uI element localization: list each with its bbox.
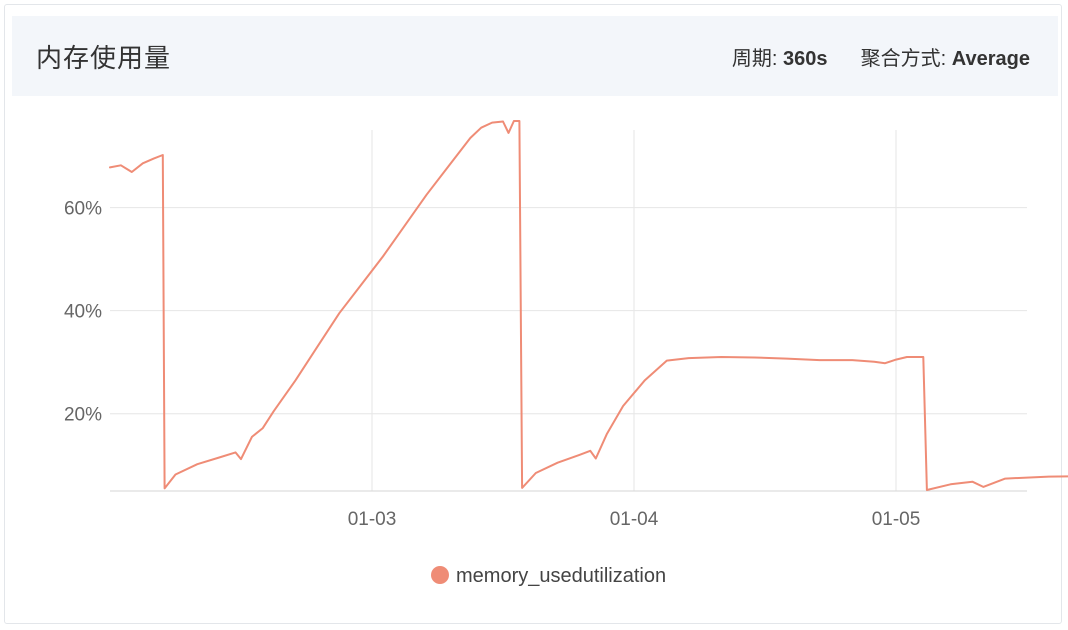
x-tick-label: 01-04 <box>610 509 659 530</box>
y-tick-label: 20% <box>64 405 102 426</box>
series-line-memory_usedutilization <box>109 120 1068 491</box>
y-tick-label: 40% <box>64 302 102 323</box>
line-chart: 20% 40% 60% 01-03 01-04 01-05 memory_usedutili… <box>64 120 1068 587</box>
x-tick-label: 01-05 <box>872 509 921 530</box>
legend-label: memory_usedutilization <box>456 565 666 587</box>
legend-marker <box>431 566 449 584</box>
y-tick-label: 60% <box>64 199 102 220</box>
x-tick-label: 01-03 <box>348 509 397 530</box>
